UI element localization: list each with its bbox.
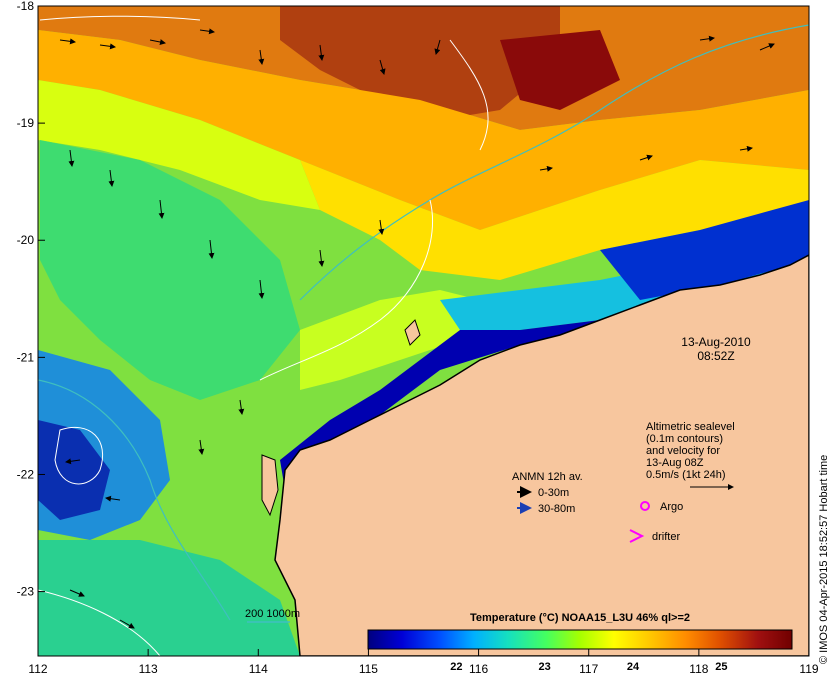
isobath-label: 200 1000m [245, 608, 300, 620]
anmn-label-deep: 30-80m [538, 503, 575, 515]
lon-tick-label: 112 [28, 662, 47, 676]
lon-tick-label: 118 [689, 662, 708, 676]
lon-tick-label: 113 [139, 662, 158, 676]
velocity-scale-label: 0.5m/s (1kt 24h) [646, 469, 725, 481]
colorbar-tick-label: 23 [539, 661, 551, 673]
sst-map: 112 113 114 115 116 117 118 119 -18 -19 -20 -21 -22… [17, 0, 819, 676]
lat-tick-label: -22 [17, 467, 35, 481]
anmn-label-shallow: 0-30m [538, 487, 569, 499]
time-label: 08:52Z [697, 349, 734, 363]
altimetry-line-3: and velocity for [646, 445, 720, 457]
lon-tick-label: 116 [469, 662, 488, 676]
lon-tick-label: 115 [359, 662, 378, 676]
lat-tick-label: -18 [17, 0, 35, 13]
altimetry-line-1: Altimetric sealevel [646, 421, 735, 433]
date-label: 13-Aug-2010 [681, 335, 751, 349]
lat-tick-label: -23 [17, 585, 35, 599]
lon-tick-label: 114 [249, 662, 268, 676]
altimetry-line-4: 13-Aug 08Z [646, 457, 704, 469]
colorbar-tick-label: 25 [715, 661, 727, 673]
lat-tick-label: -19 [17, 116, 35, 130]
colorbar-title: Temperature (°C) NOAA15_L3U 46% ql>=2 [470, 612, 690, 624]
altimetry-line-2: (0.1m contours) [646, 433, 723, 445]
argo-label: Argo [660, 501, 683, 513]
lon-tick-label: 117 [579, 662, 598, 676]
colorbar-gradient [367, 629, 793, 650]
drifter-label: drifter [652, 531, 680, 543]
colorbar-tick-label: 24 [627, 661, 640, 673]
lat-tick-label: -21 [17, 350, 35, 364]
credit-text: © IMOS 04-Apr-2015 18:52:57 Hobart time [818, 454, 830, 664]
lat-tick-label: -20 [17, 233, 35, 247]
lon-tick-label: 119 [799, 662, 818, 676]
anmn-title: ANMN 12h av. [512, 471, 583, 483]
colorbar-tick-label: 22 [450, 661, 462, 673]
